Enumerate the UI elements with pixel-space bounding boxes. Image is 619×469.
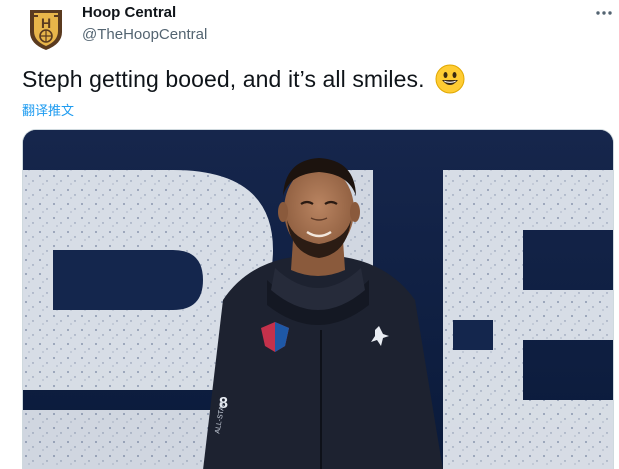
more-horizontal-icon [596, 11, 612, 15]
tweet-card[interactable]: H Hoop Central @TheHoopCentral Steph get… [0, 0, 619, 469]
hoop-central-logo-icon: H [30, 10, 62, 50]
author-avatar[interactable]: H [22, 6, 70, 54]
grinning-face-emoji-icon [435, 64, 465, 94]
translate-tweet-link[interactable]: 翻译推文 [22, 100, 74, 119]
tweet-text: Steph getting booed, and it’s all smiles… [22, 64, 465, 94]
svg-text:H: H [41, 15, 51, 31]
tweet-media[interactable]: 8 ALL-STAR [22, 129, 614, 469]
tweet-text-content: Steph getting booed, and it’s all smiles… [22, 65, 425, 92]
author-handle[interactable]: @TheHoopCentral [82, 26, 207, 43]
more-options-button[interactable] [590, 2, 618, 24]
author-name[interactable]: Hoop Central [82, 4, 176, 21]
media-image: 8 ALL-STAR [23, 130, 613, 469]
